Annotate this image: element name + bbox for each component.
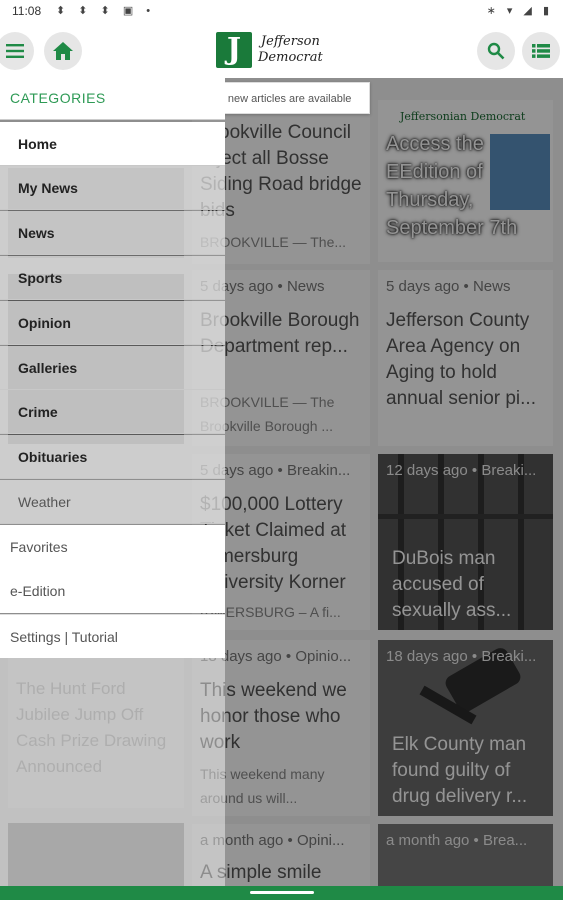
drawer-title: CATEGORIES [10, 90, 106, 106]
category-news[interactable]: News [0, 211, 225, 255]
category-weather[interactable]: Weather [0, 480, 225, 524]
list-icon [532, 44, 550, 58]
link-label: Favorites [10, 539, 68, 555]
search-button[interactable] [477, 32, 515, 70]
category-label: Home [18, 136, 57, 152]
system-status-icons: ∗ ▾ ◢ ▮ [486, 5, 553, 17]
category-obituaries[interactable]: Obituaries [0, 435, 225, 479]
category-label: Opinion [18, 315, 71, 331]
category-label: Galleries [18, 360, 78, 376]
menu-button[interactable] [0, 32, 34, 70]
logo-line1: Jefferson [260, 34, 320, 49]
notification-icons: ⬍ ⬍ ⬍ ▣ • [56, 5, 156, 17]
link-label: Settings | Tutorial [10, 629, 118, 645]
category-opinion[interactable]: Opinion [0, 301, 225, 345]
list-view-button[interactable] [522, 32, 560, 70]
drawer-link-e-edition[interactable]: e-Edition [0, 569, 225, 613]
category-crime[interactable]: Crime [0, 390, 225, 434]
logo-mark: J [216, 32, 252, 68]
gesture-handle[interactable] [250, 891, 314, 894]
category-label: News [18, 225, 55, 241]
drawer-empty-area [0, 658, 225, 886]
logo-text: Jefferson Democrat [258, 34, 323, 66]
drawer-link-settings[interactable]: Settings | Tutorial [0, 614, 225, 658]
category-galleries[interactable]: Galleries [0, 346, 225, 390]
search-icon [487, 42, 505, 60]
system-navigation-bar [0, 886, 563, 900]
category-label: Sports [18, 270, 63, 286]
status-bar: 11:08 ⬍ ⬍ ⬍ ▣ • ∗ ▾ ◢ ▮ [0, 0, 563, 24]
site-logo[interactable]: J Jefferson Democrat [216, 32, 340, 72]
link-label: e-Edition [10, 583, 66, 599]
category-label: Obituaries [18, 449, 88, 465]
home-icon [53, 42, 73, 60]
navigation-drawer: CATEGORIES Home My News News Sports Opin… [0, 78, 225, 886]
category-label: Weather [18, 494, 71, 510]
category-home[interactable]: Home [0, 122, 225, 166]
drawer-header: CATEGORIES [0, 78, 225, 120]
category-label: Crime [18, 404, 58, 420]
app-bar: J Jefferson Democrat [0, 24, 563, 78]
category-sports[interactable]: Sports [0, 256, 225, 300]
category-label: My News [18, 180, 78, 196]
logo-line2: Democrat [258, 50, 323, 65]
category-my-news[interactable]: My News [0, 166, 225, 210]
status-time: 11:08 [12, 4, 42, 18]
menu-icon [6, 44, 24, 58]
home-button[interactable] [44, 32, 82, 70]
drawer-link-favorites[interactable]: Favorites [0, 525, 225, 569]
